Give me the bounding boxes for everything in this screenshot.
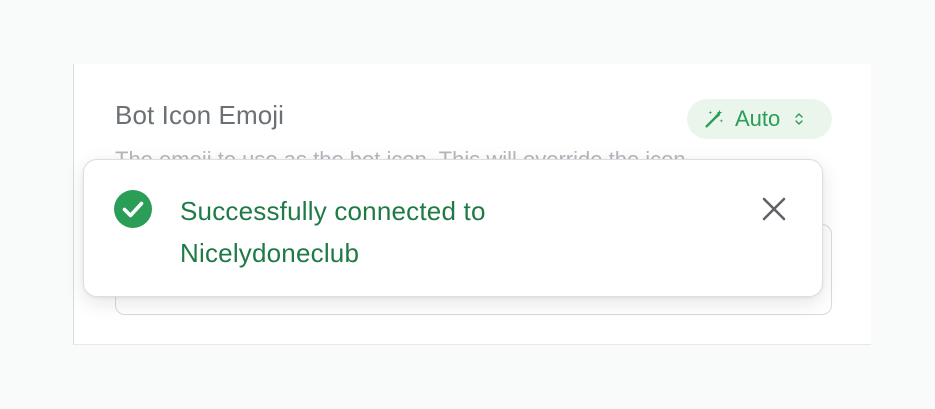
check-circle-icon [114, 190, 152, 228]
success-toast: Successfully connected to Nicelydoneclub [83, 159, 823, 297]
close-icon[interactable] [760, 195, 788, 223]
magic-wand-icon [705, 109, 724, 128]
toast-message: Successfully connected to Nicelydoneclub [180, 196, 486, 268]
chevron-up-down-icon [795, 113, 803, 125]
auto-mode-select[interactable]: Auto [687, 99, 832, 139]
auto-mode-label: Auto [735, 106, 781, 131]
page: Bot Icon Emoji Auto The emoji to use as … [0, 0, 935, 409]
field-label: Bot Icon Emoji [115, 100, 285, 130]
